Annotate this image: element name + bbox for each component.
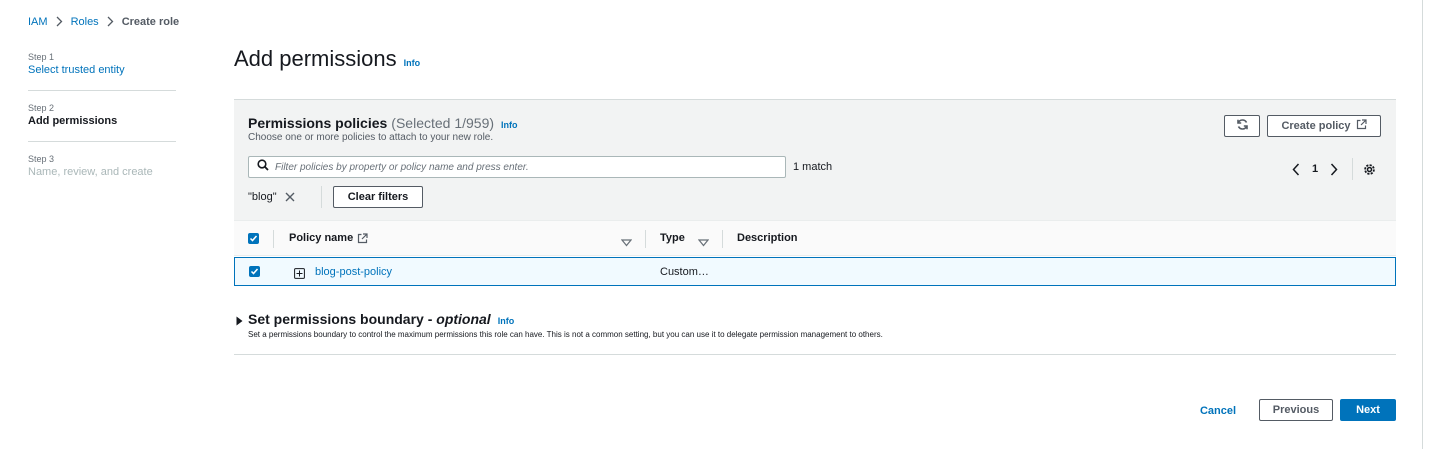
create-policy-button[interactable]: Create policy [1267, 115, 1381, 137]
step-label-add-permissions: Add permissions [28, 115, 118, 127]
column-header-type[interactable]: Type [660, 232, 685, 244]
page-info-link[interactable]: Info [404, 58, 421, 68]
table-header: Policy name Type Description [234, 220, 1396, 256]
boundary-description: Set a permissions boundary to control th… [248, 330, 883, 339]
page-title: Add permissions [234, 46, 397, 71]
selected-count: (Selected 1/959) [391, 115, 495, 131]
column-label: Policy name [289, 232, 354, 244]
boundary-title-optional: optional [436, 311, 491, 327]
step-number: Step 2 [28, 103, 55, 113]
remove-filter-button[interactable] [285, 192, 295, 202]
token-divider [321, 186, 322, 208]
external-link-icon [358, 232, 368, 243]
pagination: 1 [1288, 158, 1377, 180]
column-divider [273, 230, 274, 248]
permissions-policies-panel: Permissions policies (Selected 1/959) In… [234, 99, 1396, 286]
chevron-right-icon [56, 16, 63, 28]
sort-down-icon[interactable] [620, 234, 633, 252]
chevron-left-icon [1292, 162, 1300, 176]
table-row[interactable]: blog-post-policy Custom… [234, 257, 1396, 286]
settings-button[interactable] [1361, 160, 1377, 178]
step-2: Step 2 Add permissions [28, 103, 176, 142]
previous-button[interactable]: Previous [1259, 399, 1333, 421]
breadcrumb-iam[interactable]: IAM [28, 16, 48, 28]
column-header-description: Description [737, 232, 798, 244]
column-divider [645, 230, 646, 248]
filter-token: "blog" [248, 186, 295, 208]
wizard-steps: Step 1 Select trusted entity Step 2 Add … [28, 52, 176, 204]
breadcrumb-roles[interactable]: Roles [71, 16, 99, 28]
step-link-select-trusted-entity[interactable]: Select trusted entity [28, 63, 176, 78]
previous-page-button[interactable] [1288, 160, 1304, 178]
policy-name-link[interactable]: blog-post-policy [315, 266, 392, 278]
close-icon [285, 192, 295, 202]
breadcrumb-create-role: Create role [121, 16, 180, 28]
row-checkbox[interactable] [249, 266, 260, 277]
chevron-right-icon [107, 16, 114, 28]
expand-plus-icon[interactable] [294, 266, 305, 284]
column-divider [722, 230, 723, 248]
match-count: 1 match [793, 161, 833, 173]
step-1: Step 1 Select trusted entity [28, 52, 176, 91]
policies-title: Permissions policies [248, 115, 388, 131]
breadcrumb: IAM Roles Create role [28, 16, 179, 28]
policies-info-link[interactable]: Info [501, 120, 518, 130]
permissions-boundary-section: Set permissions boundary - optional Info… [234, 309, 1396, 355]
page-header: Add permissions Info [234, 46, 420, 72]
filter-token-label: "blog" [248, 191, 277, 203]
step-number: Step 1 [28, 52, 55, 62]
panel-title: Permissions policies (Selected 1/959) In… [248, 115, 518, 131]
search-icon [257, 158, 269, 176]
checkbox-checked-icon [250, 268, 259, 275]
step-label-name-review-create: Name, review, and create [28, 166, 153, 178]
step-number: Step 3 [28, 154, 55, 164]
settings-gear-icon [1363, 163, 1375, 175]
checkbox-checked-icon [249, 235, 258, 242]
external-link-icon [1351, 119, 1367, 133]
select-all-checkbox[interactable] [248, 233, 259, 244]
panel-header: Permissions policies (Selected 1/959) In… [234, 100, 1396, 220]
refresh-button[interactable] [1224, 115, 1260, 137]
step-3: Step 3 Name, review, and create [28, 154, 176, 192]
search-input[interactable] [275, 161, 775, 173]
policy-search[interactable] [248, 156, 786, 178]
page-number[interactable]: 1 [1312, 163, 1318, 175]
cancel-button[interactable]: Cancel [1190, 403, 1246, 419]
boundary-title[interactable]: Set permissions boundary - optional Info [248, 311, 514, 327]
pager-divider [1352, 158, 1354, 180]
boundary-title-prefix: Set permissions boundary - [248, 311, 437, 327]
boundary-info-link[interactable]: Info [498, 316, 515, 326]
refresh-icon [1236, 118, 1249, 134]
next-page-button[interactable] [1326, 160, 1342, 178]
chevron-right-icon [1331, 162, 1338, 176]
caret-right-icon[interactable] [236, 313, 243, 331]
next-button[interactable]: Next [1340, 399, 1396, 421]
create-policy-label: Create policy [1281, 120, 1351, 132]
policies-description: Choose one or more policies to attach to… [248, 132, 494, 143]
sort-down-icon[interactable] [697, 234, 710, 252]
boundary-title-text: Set permissions boundary - optional [248, 311, 491, 327]
page-right-border [1422, 0, 1423, 449]
clear-filters-button[interactable]: Clear filters [333, 186, 423, 208]
column-header-policy-name[interactable]: Policy name [289, 232, 368, 244]
policy-type: Custom… [660, 266, 709, 278]
